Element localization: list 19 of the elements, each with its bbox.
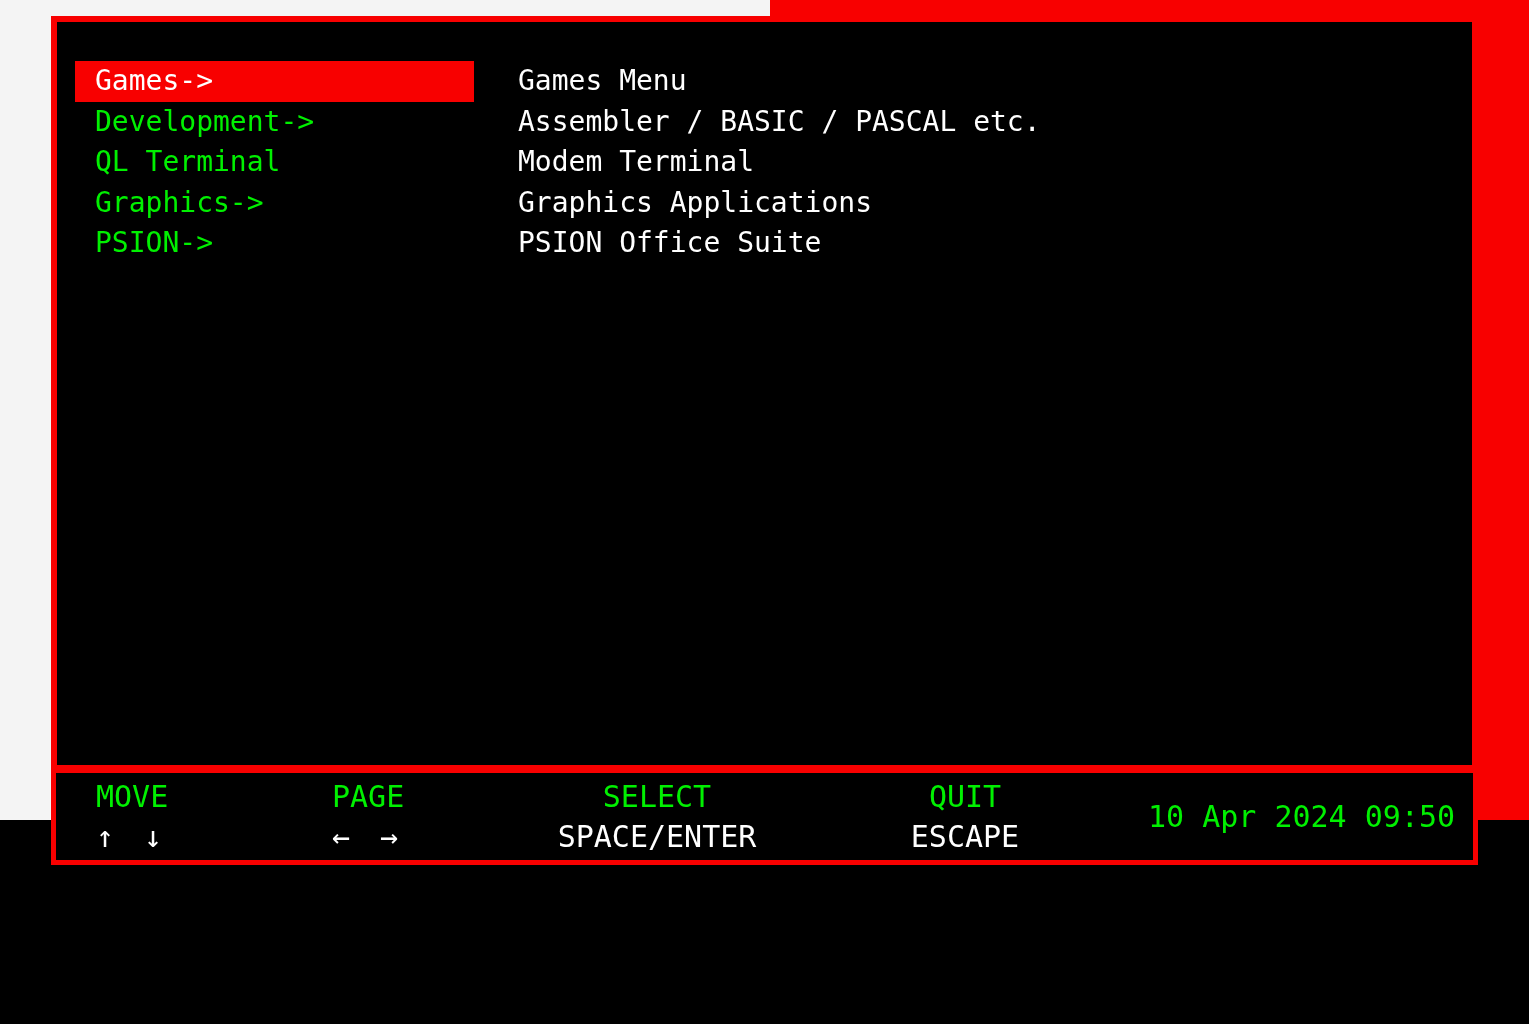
menu-item-description: Graphics Applications (518, 184, 872, 221)
key-label: SPACE/ENTER (557, 817, 757, 856)
menu-item[interactable]: Development-> (75, 101, 474, 142)
menu-item-description: Games Menu (518, 63, 687, 99)
key-label: ← → (332, 817, 399, 856)
menu-item-description: Assembler / BASIC / PASCAL etc. (518, 103, 1041, 140)
action-label: PAGE (332, 777, 405, 816)
menu-item[interactable]: Games-> (75, 61, 474, 102)
action-label: SELECT (602, 777, 712, 816)
menu-item[interactable]: Graphics-> (75, 182, 474, 223)
date-time: 10 Apr 2024 09:50 (1148, 799, 1456, 834)
menu-item[interactable]: QL Terminal (75, 142, 474, 183)
menu-item-description: PSION Office Suite (518, 225, 822, 261)
menu-item[interactable]: PSION-> (75, 223, 474, 264)
menu-item-description: Modem Terminal (518, 144, 754, 180)
key-label: ↑ ↓ (96, 817, 163, 856)
action-label: QUIT (928, 777, 1002, 816)
action-label: MOVE (96, 777, 169, 816)
key-label: ESCAPE (910, 817, 1020, 856)
